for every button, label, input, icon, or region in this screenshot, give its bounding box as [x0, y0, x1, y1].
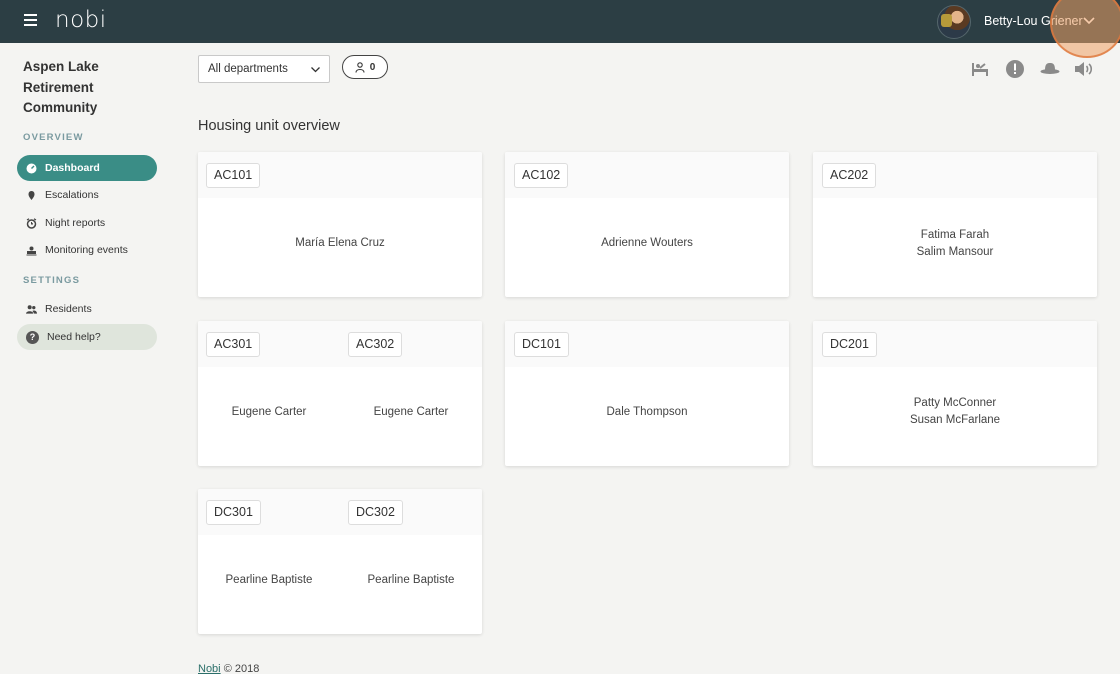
hat-icon[interactable] [1039, 58, 1061, 80]
department-select[interactable]: All departments [198, 55, 330, 83]
housing-unit-card[interactable]: AC301 AC302 Eugene Carter Eugene Carter [198, 321, 482, 466]
resident-name: Susan McFarlane [909, 414, 1001, 426]
unit-tag[interactable]: DC101 [514, 332, 569, 357]
unit-tag[interactable]: DC302 [348, 500, 403, 525]
top-bar: nobi Betty-Lou Griener [0, 0, 1120, 43]
unit-tag[interactable]: AC202 [822, 163, 877, 188]
nobi-logo[interactable]: nobi [55, 7, 107, 33]
housing-unit-card[interactable]: AC102 Adrienne Wouters [505, 152, 789, 297]
speaker-icon[interactable] [1073, 58, 1095, 80]
dashboard-icon [26, 163, 37, 174]
unit-tag[interactable]: AC102 [514, 163, 569, 188]
menu-icon[interactable] [24, 14, 37, 28]
sidebar-item-label: Monitoring events [45, 244, 128, 256]
resident-name: Fatima Farah [920, 229, 990, 241]
housing-unit-card[interactable]: DC101 Dale Thompson [505, 321, 789, 466]
housing-unit-card[interactable]: DC301 DC302 Pearline Baptiste Pearline B… [198, 489, 482, 634]
sidebar-item-label: Need help? [47, 331, 101, 343]
unit-tag[interactable]: AC301 [206, 332, 261, 357]
footer: Nobi © 2018 [198, 663, 259, 674]
housing-unit-card[interactable]: AC101 María Elena Cruz [198, 152, 482, 297]
sidebar-item-need-help[interactable]: ? Need help? [17, 324, 157, 350]
chevron-down-icon [311, 67, 320, 73]
resident-name: Patty McConner [913, 397, 997, 409]
resident-name: María Elena Cruz [295, 237, 385, 249]
resident-count-badge[interactable]: 0 [342, 55, 388, 79]
sidebar-item-label: Residents [45, 303, 92, 315]
department-select-value: All departments [208, 63, 288, 75]
alarm-clock-icon [26, 217, 37, 229]
resident-name: Dale Thompson [606, 406, 688, 418]
sidebar-item-night-reports[interactable]: Night reports [17, 210, 157, 236]
unit-tag[interactable]: AC101 [206, 163, 261, 188]
overview-section-label: OVERVIEW [23, 132, 84, 143]
unit-tag[interactable]: DC301 [206, 500, 261, 525]
sidebar-item-dashboard[interactable]: Dashboard [17, 155, 157, 181]
footer-link[interactable]: Nobi [198, 663, 221, 674]
sidebar-item-residents[interactable]: Residents [17, 296, 157, 322]
sidebar-item-label: Escalations [45, 189, 99, 201]
avatar[interactable] [937, 5, 971, 39]
sidebar-item-label: Dashboard [45, 162, 100, 174]
escalation-icon [26, 190, 37, 201]
unit-tag[interactable]: DC201 [822, 332, 877, 357]
organization-name: Aspen Lake Retirement Community [23, 59, 99, 115]
bed-exit-icon[interactable] [969, 58, 991, 80]
sidebar-item-label: Night reports [45, 217, 106, 229]
sidebar-item-monitoring-events[interactable]: Monitoring events [17, 237, 157, 263]
resident-name: Pearline Baptiste [225, 574, 313, 586]
resident-count: 0 [369, 61, 376, 73]
unit-tag[interactable]: AC302 [348, 332, 403, 357]
people-icon [26, 304, 37, 315]
user-name[interactable]: Betty-Lou Griener [984, 14, 1083, 28]
resident-name: Pearline Baptiste [367, 574, 455, 586]
housing-unit-card[interactable]: AC202 Fatima Farah Salim Mansour [813, 152, 1097, 297]
help-icon: ? [26, 330, 39, 344]
page-title: Housing unit overview [198, 118, 340, 134]
settings-section-label: SETTINGS [23, 275, 81, 286]
resident-name: Eugene Carter [373, 406, 449, 418]
sidebar: Aspen Lake Retirement Community OVERVIEW… [0, 43, 175, 674]
chevron-down-icon[interactable] [1082, 13, 1096, 27]
sidebar-item-escalations[interactable]: Escalations [17, 182, 157, 208]
resident-name: Adrienne Wouters [601, 237, 693, 249]
alert-icon[interactable] [1004, 58, 1026, 80]
resident-name: Salim Mansour [916, 246, 994, 258]
footer-copyright: © 2018 [223, 663, 260, 674]
resident-name: Eugene Carter [231, 406, 307, 418]
person-icon [355, 61, 365, 73]
monitoring-icon [26, 245, 37, 256]
housing-unit-card[interactable]: DC201 Patty McConner Susan McFarlane [813, 321, 1097, 466]
